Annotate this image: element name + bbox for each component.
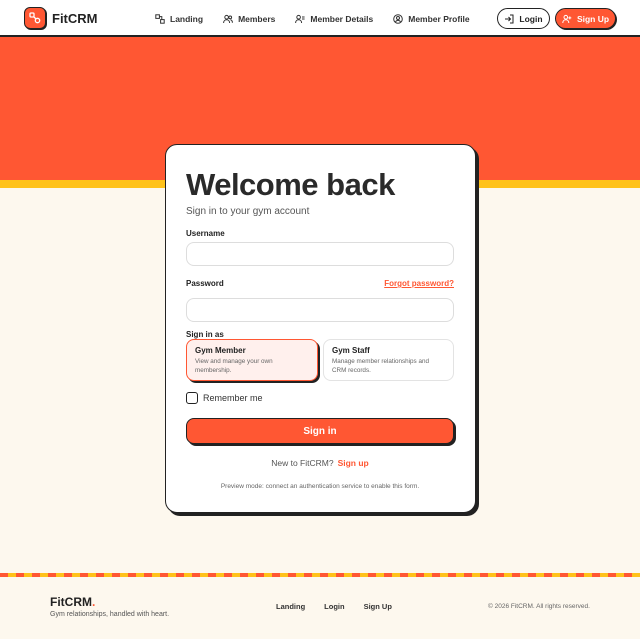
nav-landing[interactable]: Landing bbox=[155, 14, 203, 24]
role-description: Manage member relationships and CRM reco… bbox=[332, 358, 429, 374]
signup-button-label: Sign Up bbox=[576, 13, 610, 24]
page-title: Welcome back bbox=[186, 167, 395, 202]
nav-members[interactable]: Members bbox=[223, 14, 275, 24]
nav-landing-label: Landing bbox=[170, 13, 204, 24]
username-input[interactable] bbox=[186, 242, 454, 266]
remember-me[interactable]: Remember me bbox=[186, 392, 263, 404]
top-navbar: FitCRM Landing Members Member Details Me… bbox=[0, 0, 640, 37]
remember-me-label: Remember me bbox=[203, 393, 263, 403]
brand-name: FitCRM bbox=[52, 10, 98, 26]
main-nav: Landing Members Member Details Member Pr… bbox=[155, 0, 470, 37]
footer-link-signup[interactable]: Sign Up bbox=[364, 602, 392, 611]
signup-prompt: New to FitCRM? Sign up bbox=[166, 458, 474, 468]
remember-me-checkbox[interactable] bbox=[186, 392, 198, 404]
footer-copyright: © 2026 FitCRM. All rights reserved. bbox=[488, 603, 590, 610]
forgot-password-link[interactable]: Forgot password? bbox=[384, 279, 454, 288]
members-icon bbox=[223, 14, 233, 23]
footer-link-landing[interactable]: Landing bbox=[276, 602, 305, 611]
nav-member-profile-label: Member Profile bbox=[408, 13, 470, 24]
role-title: Gym Member bbox=[195, 346, 246, 355]
footer-brand-name: FitCRM bbox=[50, 595, 92, 609]
footer-brand-dot: . bbox=[92, 595, 96, 609]
landing-icon bbox=[155, 13, 165, 24]
page-subtitle: Sign in to your gym account bbox=[186, 206, 310, 217]
username-label: Username bbox=[186, 229, 225, 238]
signup-button[interactable]: Sign Up bbox=[555, 8, 616, 29]
login-card: Welcome back Sign in to your gym account… bbox=[165, 144, 476, 513]
signup-prompt-text: New to FitCRM? bbox=[271, 458, 334, 468]
nav-member-details[interactable]: Member Details bbox=[295, 14, 373, 24]
user-plus-icon bbox=[562, 14, 572, 23]
role-label: Sign in as bbox=[186, 330, 224, 339]
login-icon bbox=[505, 14, 514, 23]
signup-link[interactable]: Sign up bbox=[338, 458, 369, 468]
login-button-label: Login bbox=[519, 13, 543, 24]
nav-member-profile[interactable]: Member Profile bbox=[393, 13, 470, 24]
nav-member-details-label: Member Details bbox=[310, 13, 374, 24]
password-label: Password bbox=[186, 279, 224, 288]
footer-brand[interactable]: FitCRM. bbox=[50, 595, 95, 609]
role-option-gym-staff[interactable]: Gym Staff Manage member relationships an… bbox=[323, 339, 454, 381]
role-option-gym-member[interactable]: Gym Member View and manage your own memb… bbox=[186, 339, 318, 381]
sign-in-button[interactable]: Sign in bbox=[186, 418, 454, 444]
password-input[interactable] bbox=[186, 298, 454, 322]
member-details-icon bbox=[295, 14, 305, 23]
nav-members-label: Members bbox=[238, 13, 276, 24]
role-title: Gym Staff bbox=[332, 346, 370, 355]
login-button[interactable]: Login bbox=[497, 8, 550, 29]
footer-tagline: Gym relationships, handled with heart. bbox=[50, 611, 170, 618]
footer: FitCRM. Gym relationships, handled with … bbox=[0, 577, 640, 639]
footer-nav: Landing Login Sign Up bbox=[276, 602, 392, 611]
fitcrm-logo-icon bbox=[24, 7, 46, 29]
footer-link-login[interactable]: Login bbox=[324, 602, 344, 611]
member-profile-icon bbox=[393, 13, 404, 24]
preview-note: Preview mode: connect an authentication … bbox=[220, 483, 420, 490]
role-description: View and manage your own membership. bbox=[195, 358, 273, 374]
brand[interactable]: FitCRM bbox=[24, 7, 98, 29]
